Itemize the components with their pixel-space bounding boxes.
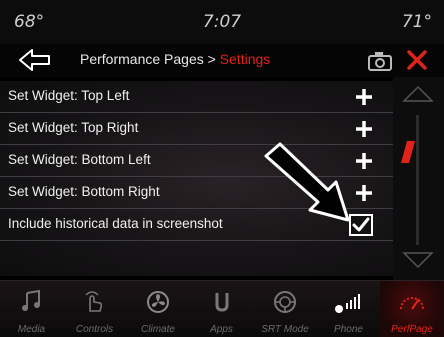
breadcrumb-parent[interactable]: Performance Pages > [80, 51, 220, 67]
row-label: Set Widget: Top Right [8, 120, 139, 135]
music-note-icon [22, 289, 40, 311]
dock-item-apps[interactable]: Apps [190, 281, 253, 337]
bottom-dock: Media Controls Climate Apps SRT Mode Pho… [0, 280, 444, 337]
dock-item-media[interactable]: Media [0, 281, 63, 337]
scrollbar-thumb[interactable] [401, 141, 415, 163]
scrollbar-track[interactable] [416, 115, 419, 245]
list-item-bottom-left-widget[interactable]: Set Widget: Bottom Left [0, 145, 393, 177]
row-label: Set Widget: Bottom Left [8, 152, 151, 167]
dock-item-phone[interactable]: Phone [317, 281, 380, 337]
list-item-bottom-right-widget[interactable]: Set Widget: Bottom Right [0, 177, 393, 209]
page-title: Performance Pages > Settings [80, 51, 270, 67]
dock-label: PerfPage [391, 324, 433, 335]
checkmark-icon [352, 217, 370, 232]
back-button[interactable] [16, 46, 54, 74]
steering-wheel-icon [274, 291, 296, 313]
row-label: Set Widget: Top Left [8, 88, 130, 103]
plus-icon[interactable] [354, 151, 374, 171]
include-history-checkbox[interactable] [349, 214, 373, 236]
clock: 7:07 [202, 12, 242, 32]
row-label: Include historical data in screenshot [8, 216, 223, 231]
phone-signal-icon [335, 294, 360, 313]
settings-list: Set Widget: Top Left Set Widget: Top Rig… [0, 81, 393, 276]
row-label: Set Widget: Bottom Right [8, 184, 160, 199]
dock-item-climate[interactable]: Climate [126, 281, 190, 337]
dock-item-controls[interactable]: Controls [63, 281, 126, 337]
scroll-up-arrow-icon[interactable] [398, 83, 438, 105]
scroll-panel [393, 77, 444, 280]
camera-icon [368, 52, 392, 71]
performance-gauge-icon [400, 297, 424, 310]
dock-label: Phone [334, 324, 363, 335]
plus-icon[interactable] [354, 119, 374, 139]
dock-label: Climate [141, 324, 175, 335]
dock-label: Controls [75, 324, 114, 335]
hand-touch-icon [85, 291, 103, 312]
back-arrow-icon [19, 49, 50, 71]
plus-icon[interactable] [354, 183, 374, 203]
dock-label: Apps [210, 324, 233, 335]
dock-label: Media [17, 324, 46, 335]
apps-icon [215, 293, 229, 312]
status-bar: 68° 7:07 71° [0, 0, 444, 44]
list-item-top-right-widget[interactable]: Set Widget: Top Right [0, 113, 393, 145]
dock-label: SRT Mode [261, 324, 309, 335]
plus-icon[interactable] [354, 87, 374, 107]
climate-fan-icon [147, 291, 169, 313]
list-item-top-left-widget[interactable]: Set Widget: Top Left [0, 81, 393, 113]
dock-item-srt-mode[interactable]: SRT Mode [253, 281, 317, 337]
screenshot-button[interactable] [366, 48, 394, 74]
list-item-empty [0, 241, 393, 272]
close-icon [407, 50, 427, 70]
dock-item-perfpage[interactable]: PerfPage [380, 281, 444, 337]
title-bar: Performance Pages > Settings [0, 44, 444, 77]
close-button[interactable] [404, 47, 430, 73]
passenger-temperature[interactable]: 71° [402, 12, 432, 32]
breadcrumb-current: Settings [219, 51, 271, 67]
list-item-include-historical-data[interactable]: Include historical data in screenshot [0, 209, 393, 241]
scroll-down-arrow-icon[interactable] [398, 249, 438, 271]
